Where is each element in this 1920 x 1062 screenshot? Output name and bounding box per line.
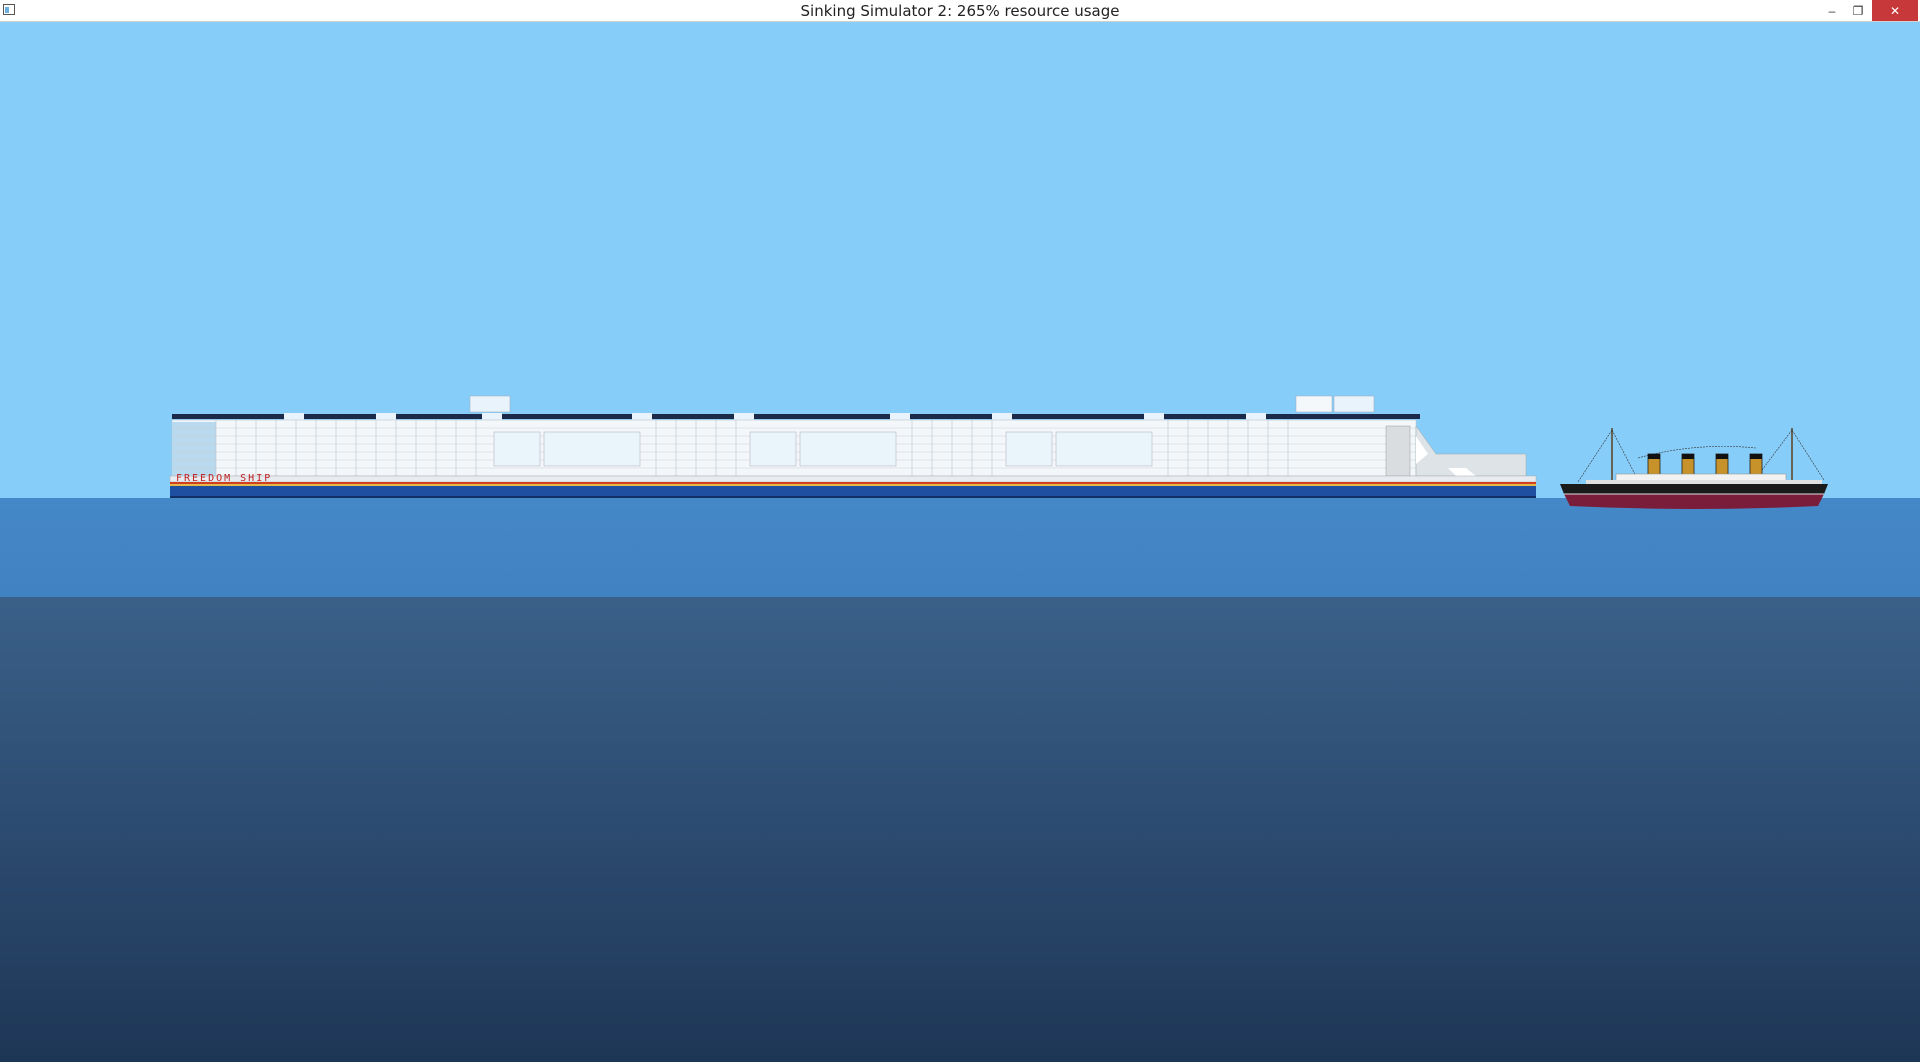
large-ship-bow-ramp — [1415, 425, 1527, 477]
small-ship-funnels — [1647, 453, 1763, 477]
sea-surface — [0, 498, 1920, 598]
maximize-button[interactable]: ❐ — [1846, 0, 1870, 21]
app-icon — [3, 4, 15, 15]
ship-hull-label: FREEDOM SHIP — [176, 473, 272, 484]
small-ship-hull — [1560, 484, 1828, 509]
large-ship[interactable]: FREEDOM SHIP — [166, 372, 1542, 512]
small-ship[interactable] — [1556, 422, 1832, 512]
large-ship-superstructure — [171, 419, 1417, 477]
window-title: Sinking Simulator 2: 265% resource usage — [800, 2, 1120, 20]
minimize-button[interactable]: – — [1820, 0, 1844, 21]
close-button[interactable]: ✕ — [1872, 0, 1918, 21]
game-viewport[interactable]: FREEDOM SHIP — [0, 22, 1920, 1062]
large-ship-hull — [169, 475, 1537, 498]
large-ship-upper-structure — [469, 395, 1375, 413]
small-ship-superstructure — [1586, 473, 1822, 485]
deep-sea — [0, 597, 1920, 1062]
title-bar: Sinking Simulator 2: 265% resource usage… — [0, 0, 1920, 22]
